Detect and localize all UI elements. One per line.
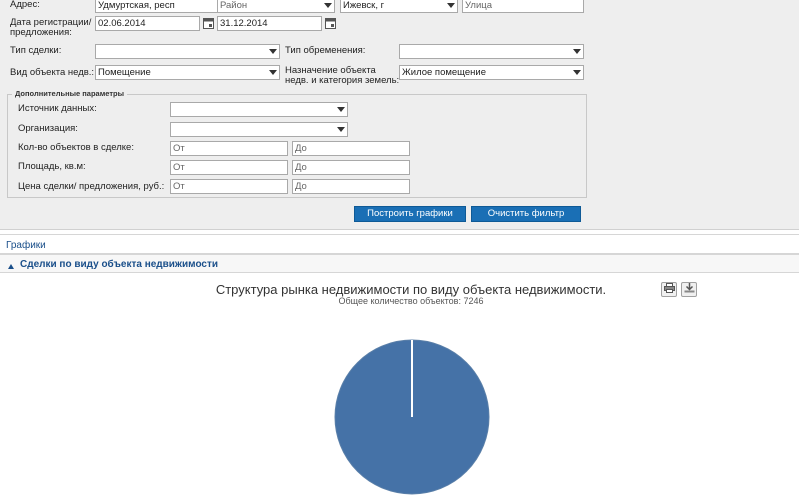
street-input[interactable]: Улица: [462, 0, 584, 13]
charts-panel-title: Графики: [6, 240, 46, 251]
city-select[interactable]: Ижевск, г: [340, 0, 458, 13]
district-placeholder: Район: [220, 0, 248, 11]
object-count-to-input[interactable]: До: [292, 141, 410, 156]
chart-title: Структура рынка недвижимости по виду объ…: [215, 282, 607, 297]
object-count-from-placeholder: От: [173, 143, 185, 154]
object-type-label: Вид объекта недв.:: [10, 67, 95, 78]
chevron-down-icon[interactable]: [335, 123, 347, 136]
region-value: Удмуртская, респ: [98, 0, 175, 11]
chart-subtitle: Общее количество объектов: 7246: [338, 296, 484, 306]
date-label-line2: предложения:: [10, 27, 72, 38]
print-icon: [663, 283, 675, 296]
chevron-down-icon[interactable]: [571, 45, 583, 58]
object-count-to-placeholder: До: [295, 143, 307, 154]
object-count-from-input[interactable]: От: [170, 141, 288, 156]
purpose-select[interactable]: Жилое помещение: [399, 65, 584, 80]
date-to-value: 31.12.2014: [220, 18, 268, 29]
chevron-down-icon[interactable]: [335, 103, 347, 116]
print-button[interactable]: [661, 282, 677, 297]
source-label: Источник данных:: [18, 103, 97, 114]
calendar-icon[interactable]: [202, 17, 214, 30]
date-from-value: 02.06.2014: [98, 18, 146, 29]
chevron-down-icon[interactable]: [267, 45, 279, 58]
section-title: Сделки по виду объекта недвижимости: [20, 259, 219, 270]
deal-type-select[interactable]: [95, 44, 280, 59]
area-from-input[interactable]: От: [170, 160, 288, 175]
price-label: Цена сделки/ предложения, руб.:: [18, 181, 165, 192]
encumbrance-select[interactable]: [399, 44, 584, 59]
organization-label: Организация:: [18, 123, 78, 134]
street-placeholder: Улица: [465, 0, 492, 11]
area-label: Площадь, кв.м:: [18, 161, 86, 172]
encumbrance-label: Тип обременения:: [285, 45, 366, 56]
area-to-placeholder: До: [295, 162, 307, 173]
export-button[interactable]: [681, 282, 697, 297]
purpose-label-line2: недв. и категория земель:: [285, 75, 400, 86]
object-count-label: Кол-во объектов в сделке:: [18, 142, 134, 153]
triangle-up-icon[interactable]: [8, 261, 14, 272]
filter-panel: Адрес: Удмуртская, респ Район Ижевск, г …: [0, 0, 799, 230]
charts-panel-header: Графики: [0, 234, 799, 254]
source-select[interactable]: [170, 102, 348, 117]
clear-filter-button[interactable]: Очистить фильтр: [471, 206, 581, 222]
object-type-select[interactable]: Помещение: [95, 65, 280, 80]
date-from-input[interactable]: 02.06.2014: [95, 16, 200, 31]
pie-chart: [334, 339, 490, 495]
build-charts-button[interactable]: Построить графики: [354, 206, 466, 222]
price-from-placeholder: От: [173, 181, 185, 192]
city-value: Ижевск, г: [343, 0, 385, 11]
section-header[interactable]: Сделки по виду объекта недвижимости: [0, 254, 799, 273]
price-from-input[interactable]: От: [170, 179, 288, 194]
price-to-input[interactable]: До: [292, 179, 410, 194]
deal-type-label: Тип сделки:: [10, 45, 62, 56]
address-label: Адрес:: [10, 0, 40, 10]
chevron-down-icon[interactable]: [445, 0, 457, 12]
price-to-placeholder: До: [295, 181, 307, 192]
purpose-value: Жилое помещение: [402, 67, 487, 78]
download-icon: [684, 283, 695, 296]
area-from-placeholder: От: [173, 162, 185, 173]
area-to-input[interactable]: До: [292, 160, 410, 175]
extra-params-legend: Дополнительные параметры: [12, 89, 127, 98]
date-to-input[interactable]: 31.12.2014: [217, 16, 322, 31]
chevron-down-icon[interactable]: [571, 66, 583, 79]
calendar-icon[interactable]: [324, 17, 336, 30]
organization-select[interactable]: [170, 122, 348, 137]
chevron-down-icon[interactable]: [267, 66, 279, 79]
object-type-value: Помещение: [98, 67, 151, 78]
chevron-down-icon[interactable]: [322, 0, 334, 12]
district-select[interactable]: Район: [217, 0, 335, 13]
